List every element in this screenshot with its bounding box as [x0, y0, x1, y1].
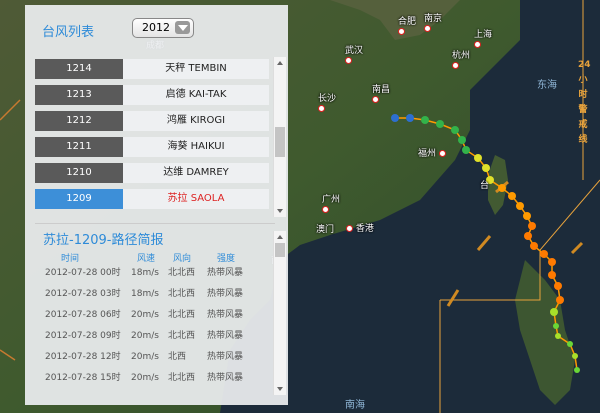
typhoon-panel: 台风列表 2012 1214 天秤 TEMBIN 1213 启德 KAI-TAK…: [25, 5, 288, 405]
table-row: 2012-07-28 15时 20m/s 北北西 热带风暴: [45, 373, 244, 383]
track-point[interactable]: [553, 323, 559, 329]
track-point[interactable]: [524, 232, 532, 240]
table-row: 2012-07-28 00时 18m/s 北北西 热带风暴: [45, 268, 244, 278]
warning-line-label: 24小时警戒线: [578, 60, 591, 145]
typhoon-code: 1210: [35, 163, 123, 183]
track-point[interactable]: [554, 282, 562, 290]
typhoon-code: 1214: [35, 59, 123, 79]
table-row: 2012-07-28 03时 18m/s 北北西 热带风暴: [45, 289, 244, 299]
scroll-down-icon[interactable]: [274, 205, 286, 217]
typhoon-name: 达维 DAMREY: [123, 163, 269, 183]
track-point[interactable]: [540, 250, 548, 258]
divider: [35, 223, 275, 224]
typhoon-name: 启德 KAI-TAK: [123, 85, 269, 105]
track-point[interactable]: [462, 146, 470, 154]
track-point[interactable]: [474, 154, 482, 162]
map-city: 长沙: [318, 91, 336, 114]
map-city: 南京: [424, 11, 442, 34]
chevron-down-icon[interactable]: [175, 21, 190, 34]
typhoon-row[interactable]: 1210 达维 DAMREY: [35, 163, 275, 183]
typhoon-row[interactable]: 1213 启德 KAI-TAK: [35, 85, 275, 105]
map-city: 南昌: [372, 82, 390, 105]
map-city: 武汉: [345, 43, 363, 66]
typhoon-row[interactable]: 1211 海葵 HAIKUI: [35, 137, 275, 157]
typhoon-code: 1209: [35, 189, 123, 209]
track-point[interactable]: [523, 212, 531, 220]
scroll-down-icon[interactable]: [274, 383, 286, 395]
map-city: 上海: [474, 27, 492, 50]
typhoon-code: 1212: [35, 111, 123, 131]
year-select[interactable]: 2012: [132, 18, 194, 38]
scroll-up-icon[interactable]: [274, 57, 286, 69]
track-point[interactable]: [498, 184, 506, 192]
map-city: 福州: [418, 146, 446, 159]
scroll-up-icon[interactable]: [274, 231, 286, 243]
map-city: 香港: [346, 221, 374, 234]
panel-header: 台风列表 2012: [35, 15, 275, 43]
track-point[interactable]: [391, 114, 399, 122]
track-point[interactable]: [548, 258, 556, 266]
panel-title: 台风列表: [42, 25, 95, 40]
typhoon-row-selected[interactable]: 1209 苏拉 SAOLA: [35, 189, 275, 209]
track-point[interactable]: [436, 120, 444, 128]
track-point[interactable]: [548, 271, 556, 279]
typhoon-name: 海葵 HAIKUI: [123, 137, 269, 157]
track-point[interactable]: [528, 222, 536, 230]
track-point[interactable]: [508, 192, 516, 200]
map-city: 澳门: [316, 225, 335, 235]
table-scrollbar[interactable]: [273, 231, 286, 395]
typhoon-row[interactable]: 1212 鸿雁 KIROGI: [35, 111, 275, 131]
scroll-thumb[interactable]: [275, 243, 285, 257]
typhoon-code: 1213: [35, 85, 123, 105]
track-point[interactable]: [556, 296, 564, 304]
track-point[interactable]: [451, 126, 459, 134]
track-point[interactable]: [406, 114, 414, 122]
track-point[interactable]: [482, 164, 490, 172]
table-row: 2012-07-28 09时 20m/s 北北西 热带风暴: [45, 331, 244, 341]
track-point[interactable]: [567, 341, 573, 347]
track-point[interactable]: [516, 202, 524, 210]
track-point[interactable]: [530, 242, 538, 250]
sea-label: 南海: [345, 400, 365, 411]
typhoon-row[interactable]: 1214 天秤 TEMBIN: [35, 59, 275, 79]
typhoon-list: 1214 天秤 TEMBIN 1213 启德 KAI-TAK 1212 鸿雁 K…: [35, 59, 275, 215]
track-point[interactable]: [458, 136, 466, 144]
track-point[interactable]: [421, 116, 429, 124]
typhoon-name: 天秤 TEMBIN: [123, 59, 269, 79]
map-city: 杭州: [452, 48, 470, 71]
track-point[interactable]: [574, 367, 580, 373]
track-point[interactable]: [550, 308, 558, 316]
table-row: 2012-07-28 12时 20m/s 北西 热带风暴: [45, 352, 244, 362]
brief-title: 苏拉-1209-路径简报: [43, 233, 164, 248]
typhoon-name: 苏拉 SAOLA: [123, 189, 269, 209]
map-city: 广州: [322, 192, 340, 215]
scroll-thumb[interactable]: [275, 127, 285, 157]
list-scrollbar[interactable]: [273, 57, 286, 217]
track-point[interactable]: [555, 333, 561, 339]
sea-label: 东海: [537, 80, 557, 91]
table-row: 2012-07-28 06时 20m/s 北北西 热带风暴: [45, 310, 244, 320]
map-city: 合肥: [398, 14, 416, 37]
year-value: 2012: [142, 21, 170, 34]
typhoon-name: 鸿雁 KIROGI: [123, 111, 269, 131]
track-point[interactable]: [572, 353, 578, 359]
map-city: 台: [480, 181, 490, 191]
typhoon-code: 1211: [35, 137, 123, 157]
